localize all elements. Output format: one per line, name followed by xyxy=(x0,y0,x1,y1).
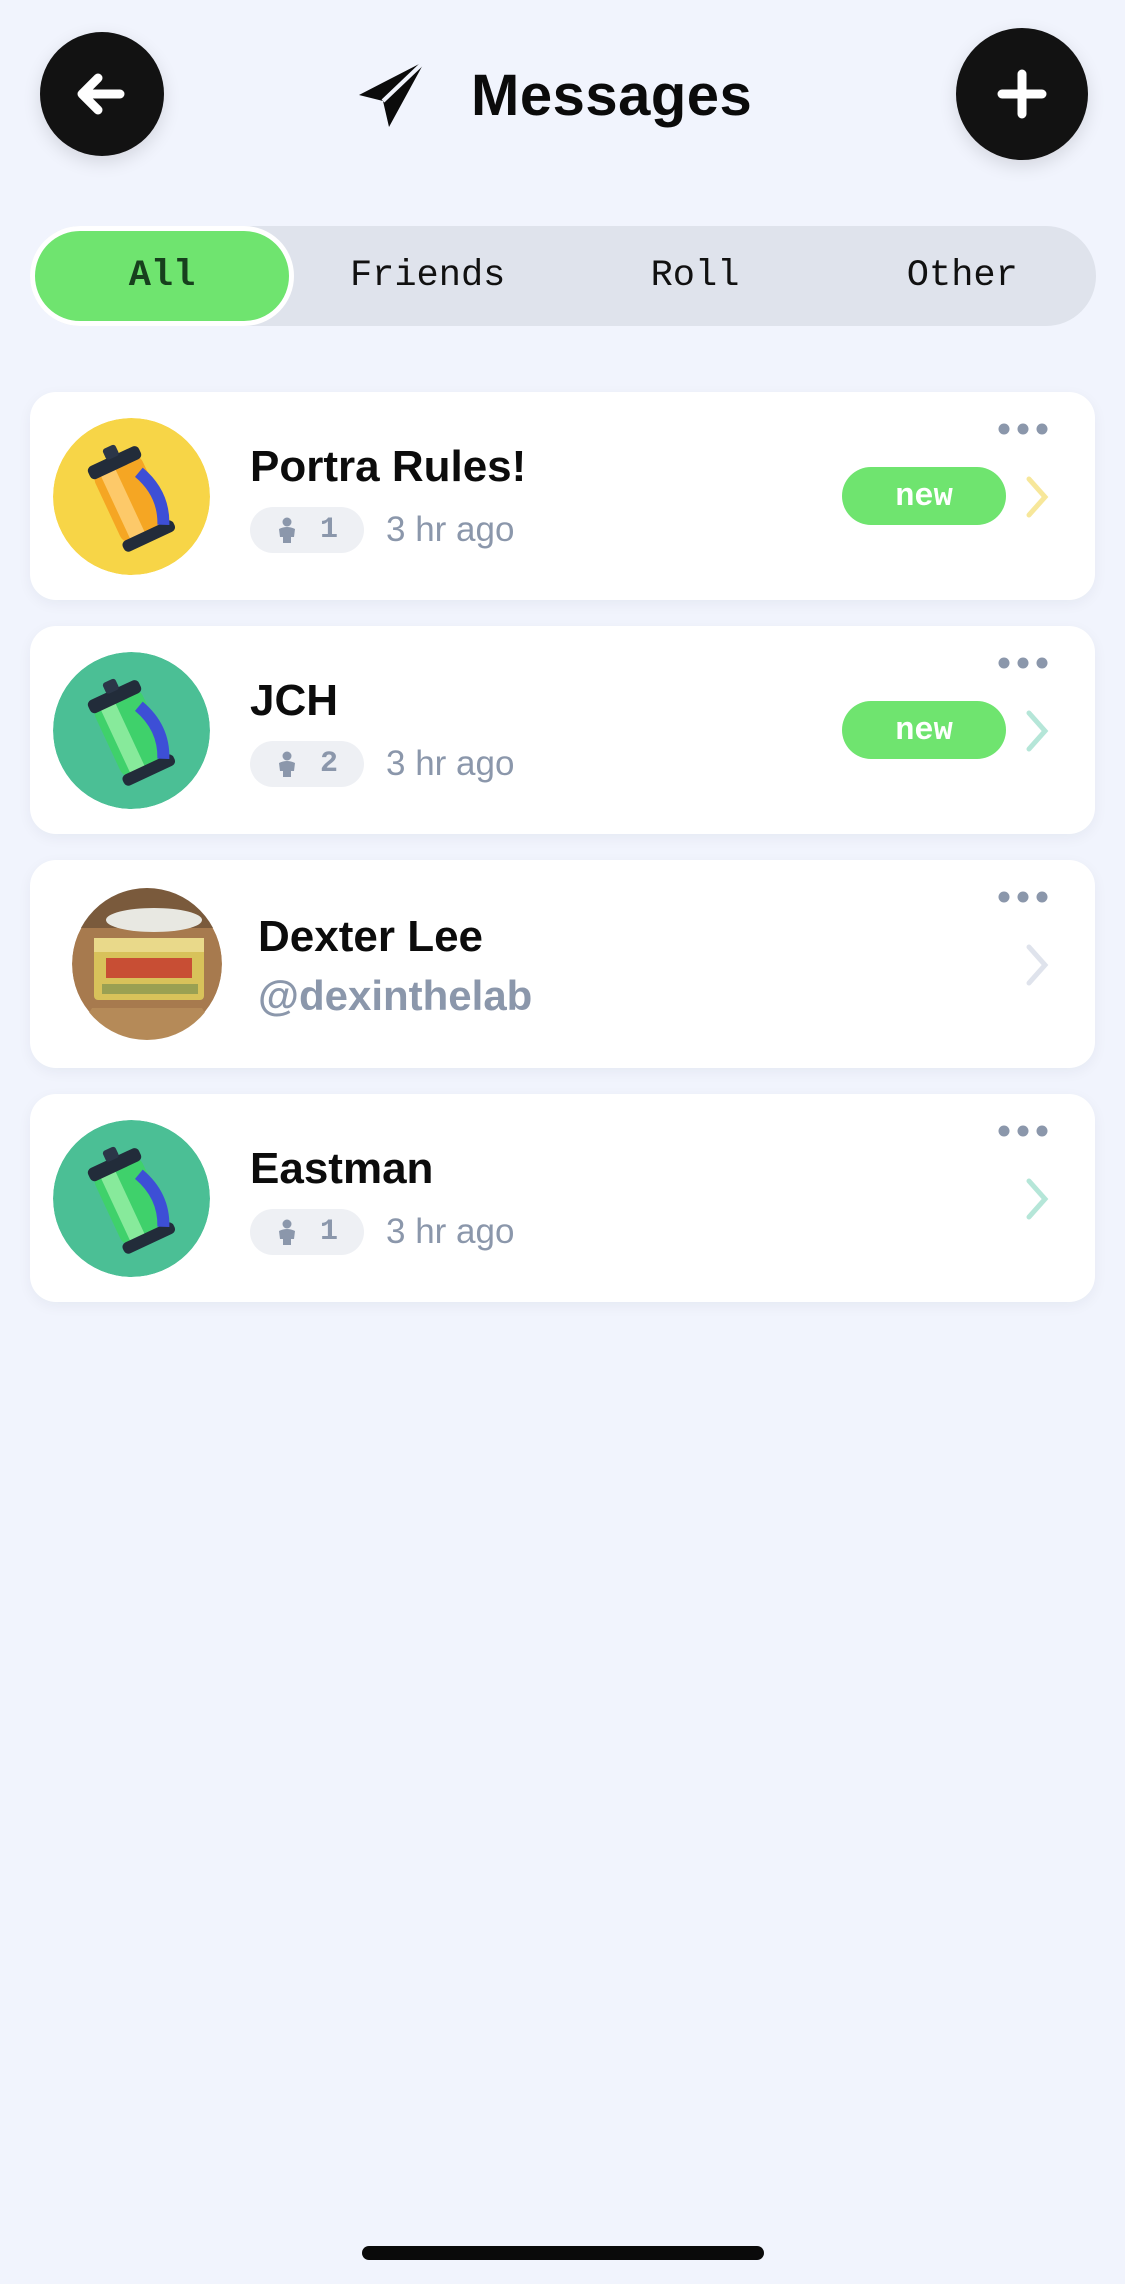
conversation-name: Eastman xyxy=(250,1144,434,1193)
tab-other[interactable]: Other xyxy=(829,226,1096,326)
avatar xyxy=(53,418,210,575)
header: Messages xyxy=(0,0,1125,190)
conversation-card[interactable]: JCH 2 3 hr ago new xyxy=(30,626,1095,834)
arrow-left-icon xyxy=(77,73,125,115)
timestamp: 3 hr ago xyxy=(386,744,515,783)
avatar xyxy=(53,652,210,809)
timestamp: 3 hr ago xyxy=(386,510,515,549)
add-button[interactable] xyxy=(956,28,1088,160)
new-badge: new xyxy=(842,467,1006,525)
more-options-icon[interactable] xyxy=(997,422,1049,436)
person-icon xyxy=(278,1219,295,1245)
timestamp: 3 hr ago xyxy=(386,1212,515,1251)
chevron-right-icon xyxy=(1026,710,1049,752)
chevron-right-icon xyxy=(1026,1178,1049,1220)
person-icon xyxy=(278,751,295,777)
more-options-icon[interactable] xyxy=(997,890,1049,904)
member-count: 1 xyxy=(250,1209,364,1255)
tab-all[interactable]: All xyxy=(30,226,294,326)
paper-plane-icon xyxy=(359,59,427,127)
filter-tabs: All Friends Roll Other xyxy=(30,226,1096,326)
title-group: Messages xyxy=(355,55,752,135)
chevron-right-icon xyxy=(1026,944,1049,986)
conversation-card[interactable]: Eastman 1 3 hr ago xyxy=(30,1094,1095,1302)
avatar xyxy=(53,1120,210,1277)
chevron-right-icon xyxy=(1026,476,1049,518)
conversation-card[interactable]: Dexter Lee @dexinthelab xyxy=(30,860,1095,1068)
avatar xyxy=(72,888,222,1040)
tab-roll[interactable]: Roll xyxy=(561,226,828,326)
butter-photo xyxy=(72,888,222,1040)
conversation-name: Dexter Lee xyxy=(258,912,484,961)
tab-friends[interactable]: Friends xyxy=(294,226,561,326)
conversation-card[interactable]: Portra Rules! 1 3 hr ago new xyxy=(30,392,1095,600)
plus-icon xyxy=(997,69,1047,119)
back-button[interactable] xyxy=(40,32,164,156)
user-handle: @dexinthelab xyxy=(258,972,533,1019)
new-badge: new xyxy=(842,701,1006,759)
member-count: 1 xyxy=(250,507,364,553)
conversation-name: Portra Rules! xyxy=(250,442,527,491)
conversation-meta: 2 3 hr ago xyxy=(250,741,514,787)
film-canister-icon xyxy=(53,652,210,809)
film-canister-icon xyxy=(53,1120,210,1277)
more-options-icon[interactable] xyxy=(997,656,1049,670)
conversation-name: JCH xyxy=(250,676,339,725)
page-title: Messages xyxy=(471,62,753,128)
conversation-meta: 1 3 hr ago xyxy=(250,1209,514,1255)
home-indicator[interactable] xyxy=(362,2246,764,2260)
conversation-list: Portra Rules! 1 3 hr ago new JCH 2 3 hr … xyxy=(30,392,1095,1328)
film-canister-icon xyxy=(53,418,210,575)
conversation-meta: 1 3 hr ago xyxy=(250,507,514,553)
member-count: 2 xyxy=(250,741,364,787)
person-icon xyxy=(278,517,295,543)
more-options-icon[interactable] xyxy=(997,1124,1049,1138)
